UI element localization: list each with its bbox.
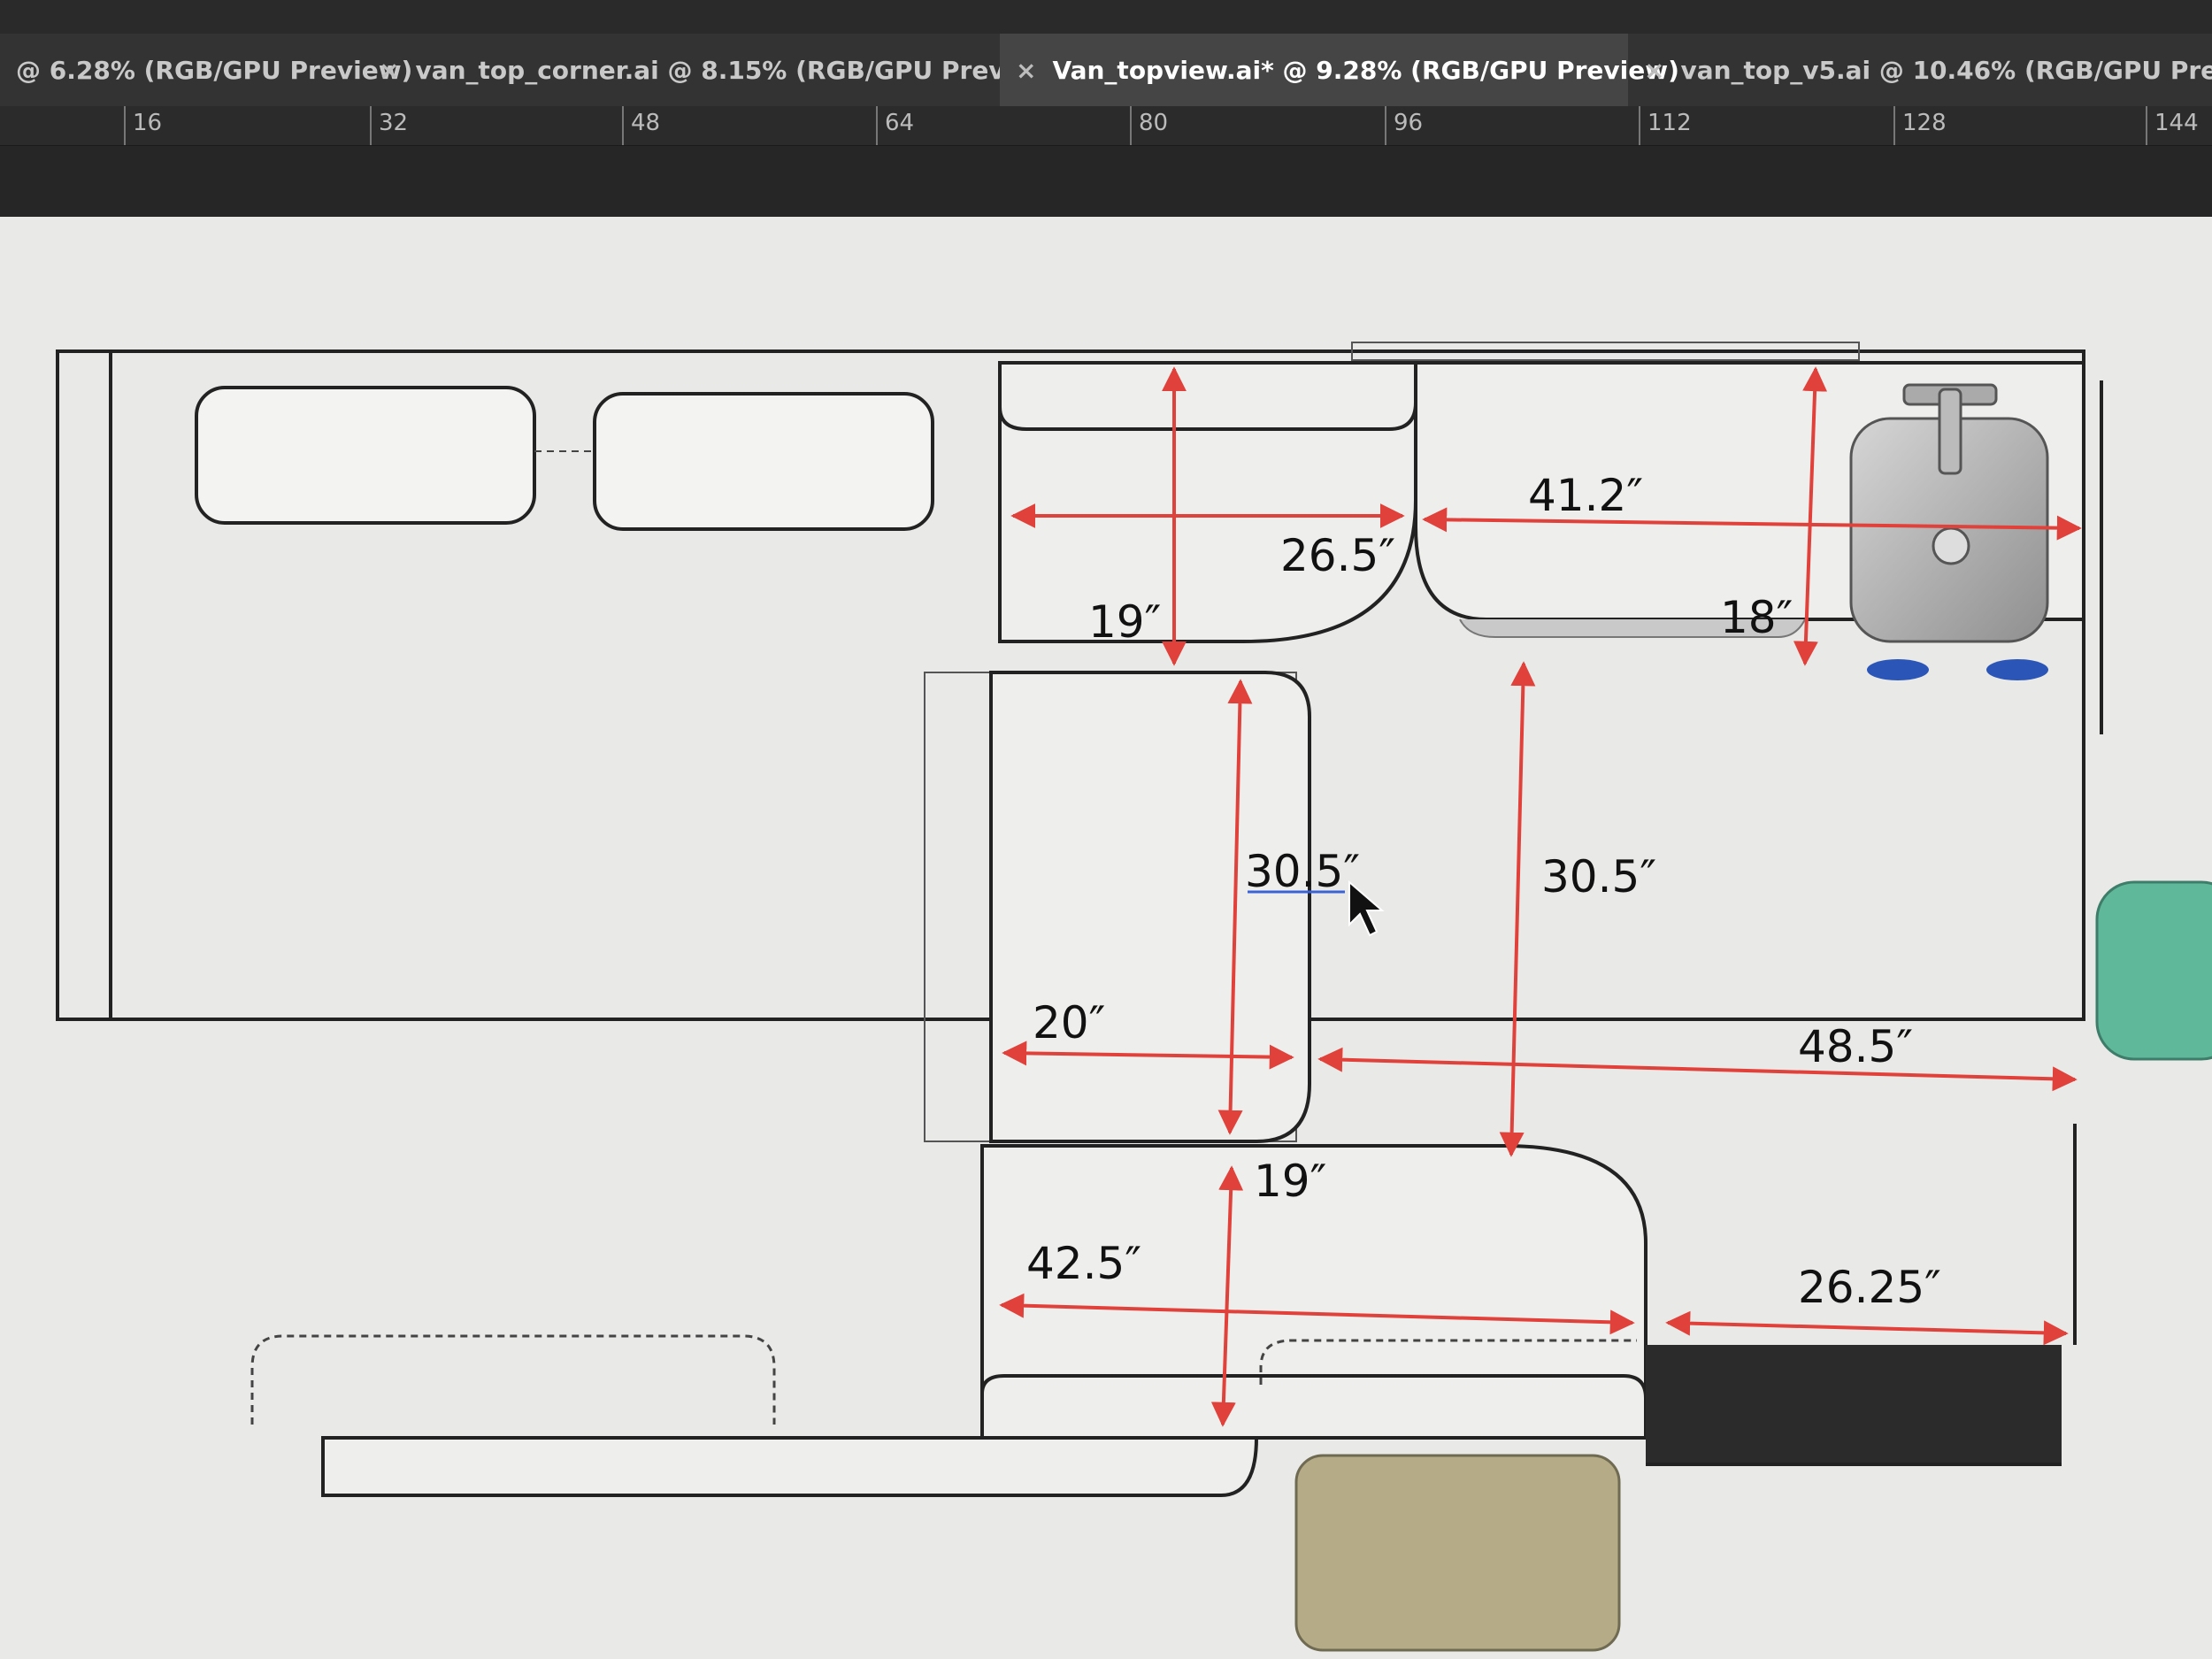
horizontal-ruler[interactable]: 16 32 48 64 80 96 112 128 144 <box>0 106 2212 146</box>
driver-seat <box>195 386 536 525</box>
middle-bench <box>989 671 1311 1143</box>
dim-label-bench-depth[interactable]: 20″ <box>1033 997 1105 1048</box>
close-icon[interactable]: × <box>1644 56 1664 85</box>
dim-line-aisle-width <box>1317 1047 2078 1092</box>
front-wheel-well <box>250 1334 776 1425</box>
tab-van-topview-active[interactable]: × Van_topview.ai* @ 9.28% (RGB/GPU Previ… <box>1000 34 1679 106</box>
ruler-label: 144 <box>2154 110 2199 136</box>
dim-line-rear-block-width <box>1665 1310 2069 1346</box>
pasteboard <box>0 146 2212 217</box>
ruler-label: 64 <box>885 110 915 136</box>
dim-label-lower-seat-depth[interactable]: 19″ <box>1254 1156 1326 1207</box>
app-top-bar <box>0 0 2212 34</box>
tab-van-topview-628[interactable]: @ 6.28% (RGB/GPU Preview) <box>0 34 412 106</box>
mouse-cursor-icon <box>1348 879 1385 937</box>
ruler-label: 112 <box>1647 110 1692 136</box>
ruler-label: 128 <box>1902 110 1947 136</box>
tab-label: van_top_v5.ai @ 10.46% (RGB/GPU Preview <box>1680 55 2212 85</box>
ruler-label: 80 <box>1139 110 1169 136</box>
entry-step <box>1294 1454 1621 1652</box>
dim-line-aisle-length <box>1499 661 1536 1157</box>
sink-drain-icon <box>1932 526 1970 565</box>
tab-label: Van_topview.ai* @ 9.28% (RGB/GPU Preview… <box>1052 55 1679 85</box>
dim-label-galley-length[interactable]: 41.2″ <box>1528 470 1643 521</box>
passenger-seat <box>593 392 934 531</box>
dim-label-bench-length[interactable]: 30.5″ <box>1245 846 1360 897</box>
water-tank-left <box>1867 659 1929 680</box>
dim-label-upper-seat-width[interactable]: 26.5″ <box>1280 530 1395 581</box>
tab-label: @ 6.28% (RGB/GPU Preview) <box>16 55 413 85</box>
van-floor-plan[interactable]: 26.5″ 19″ 41.2″ 18″ 30.5″ 30.5″ 20″ 48.5… <box>0 217 2212 1659</box>
dim-label-lower-seat-width[interactable]: 42.5″ <box>1026 1238 1141 1289</box>
tab-van-top-corner[interactable]: × van_top_corner.ai @ 8.15% (RGB/GPU Pre… <box>363 34 1064 106</box>
dim-label-galley-depth[interactable]: 18″ <box>1720 592 1793 643</box>
document-tab-bar: @ 6.28% (RGB/GPU Preview) × van_top_corn… <box>0 34 2212 107</box>
upper-seat <box>998 361 1417 643</box>
ruler-label: 96 <box>1394 110 1424 136</box>
dim-label-upper-seat-depth[interactable]: 19″ <box>1088 596 1161 648</box>
dim-label-aisle-length[interactable]: 30.5″ <box>1541 851 1656 902</box>
rear-dark-block <box>1646 1345 2062 1464</box>
dim-label-aisle-width[interactable]: 48.5″ <box>1798 1021 1913 1072</box>
dim-label-rear-block-width[interactable]: 26.25″ <box>1798 1262 1941 1313</box>
faucet-spout <box>1938 388 1962 475</box>
artboard-canvas[interactable]: 26.5″ 19″ 41.2″ 18″ 30.5″ 30.5″ 20″ 48.5… <box>0 217 2212 1659</box>
tab-label: van_top_corner.ai @ 8.15% (RGB/GPU Previ… <box>415 55 1064 85</box>
close-icon[interactable]: × <box>1016 56 1036 85</box>
close-icon[interactable]: × <box>379 56 399 85</box>
ruler-label: 48 <box>631 110 661 136</box>
ruler-label: 32 <box>379 110 409 136</box>
sliding-door <box>2095 880 2212 1061</box>
water-tank-right <box>1986 659 2048 680</box>
tab-van-top-v5[interactable]: × van_top_v5.ai @ 10.46% (RGB/GPU Previe… <box>1628 34 2212 106</box>
ruler-label: 16 <box>133 110 163 136</box>
running-board <box>321 1436 1259 1497</box>
